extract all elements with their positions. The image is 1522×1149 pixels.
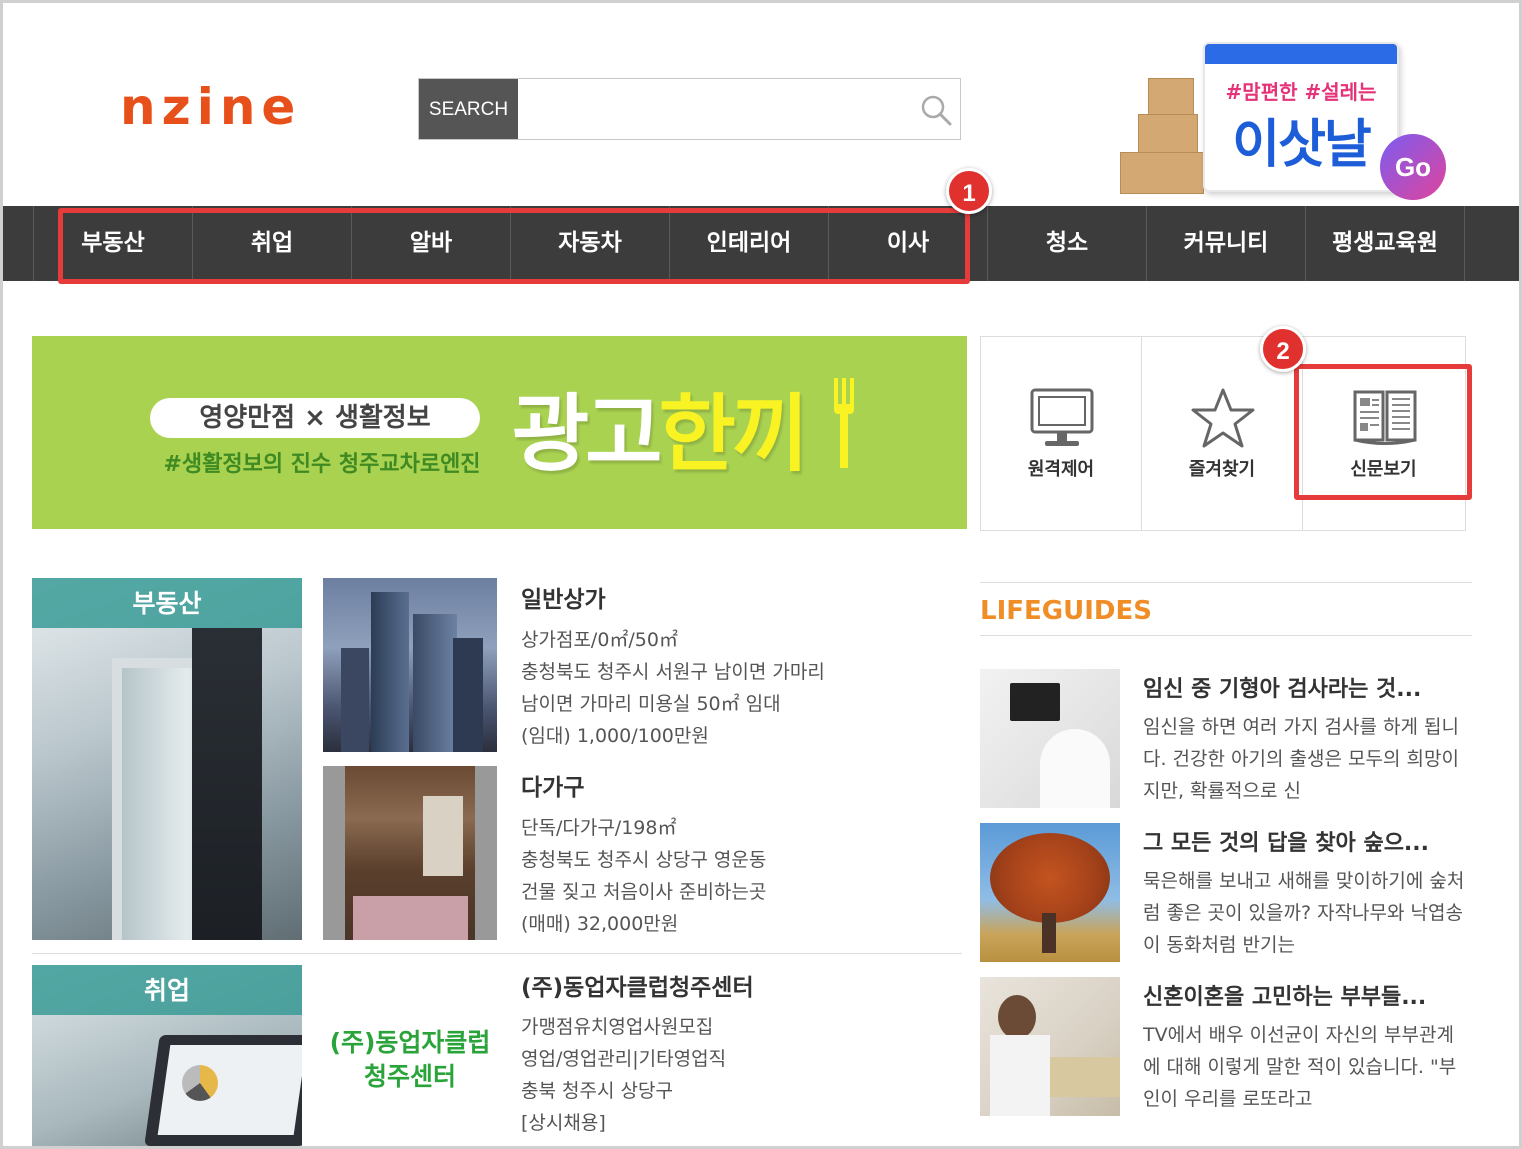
listing-detail: 가맹점유치영업사원모집 — [521, 1016, 714, 1038]
banner-title-main: 광고 — [512, 385, 663, 483]
listing-detail: 남이면 가마리 미용실 50㎡ 임대 — [521, 693, 781, 715]
listing-thumb-building[interactable] — [323, 578, 497, 752]
listing-title[interactable]: (주)동업자클럽청주센터 — [521, 968, 754, 1002]
nav-item-community[interactable]: 커뮤니티 — [1147, 206, 1306, 281]
quick-label: 즐겨찾기 — [1188, 459, 1256, 480]
banner-subtitle: #생활정보의 진수 청주교차로엔진 — [163, 452, 481, 477]
search-input[interactable] — [519, 80, 909, 138]
lifeguide-title[interactable]: 임신 중 기형아 검사라는 것... — [1143, 671, 1471, 703]
lifeguide-excerpt: 묵은해를 보내고 새해를 맞이하기에 숲처럼 좋은 곳이 있을까? 자작나무와 … — [1143, 870, 1465, 956]
listing-detail: 충청북도 청주시 상당구 영운동 — [521, 849, 767, 871]
listing-detail: (매매) 32,000만원 — [521, 913, 679, 935]
quick-remote-control[interactable]: 원격제어 — [981, 337, 1142, 530]
listing-detail: (임대) 1,000/100만원 — [521, 725, 709, 747]
step-badge-2: 2 — [1260, 326, 1306, 372]
listing-detail: 충청북도 청주시 서원구 남이면 가마리 — [521, 661, 825, 683]
fork-icon — [834, 378, 854, 468]
lifeguide-title[interactable]: 신혼이혼을 고민하는 부부들... — [1143, 979, 1471, 1011]
section-divider — [32, 953, 962, 954]
go-button[interactable]: Go — [1380, 134, 1446, 200]
monitor-icon — [1030, 388, 1094, 446]
lifeguide-excerpt: 임신을 하면 여러 가지 검사를 하게 됩니다. 건강한 아기의 출생은 모두의… — [1143, 716, 1459, 802]
company-logo-line-1: (주)동업자클럽 — [329, 1028, 491, 1057]
listing-thumb-house[interactable] — [323, 766, 497, 940]
promo-title: 이삿날 — [1232, 115, 1372, 175]
site-logo[interactable]: nzine — [120, 82, 301, 132]
search-label: SEARCH — [419, 79, 518, 139]
lifeguide-title[interactable]: 그 모든 것의 답을 찾아 숲으... — [1143, 825, 1471, 857]
quick-label: 원격제어 — [1027, 459, 1095, 480]
banner-pill: 영양만점 × 생활정보 — [150, 398, 480, 438]
listing-title[interactable]: 다가구 — [521, 768, 584, 802]
ad-banner[interactable]: 영양만점 × 생활정보 #생활정보의 진수 청주교차로엔진 광고한끼 — [32, 336, 967, 529]
listing-detail: 건물 짖고 처음이사 준비하는곳 — [521, 881, 767, 903]
category-photo-jobs[interactable]: 취업 — [32, 965, 302, 1146]
highlight-box-newspaper — [1294, 364, 1472, 500]
lifeguides-heading-line — [980, 635, 1472, 636]
search-icon[interactable] — [918, 92, 954, 128]
lifeguide-thumb-pregnancy[interactable] — [980, 669, 1120, 808]
listing-detail: 상가점포/0㎡/50㎡ — [521, 629, 678, 651]
nav-item-cleaning[interactable]: 청소 — [988, 206, 1147, 281]
banner-title-accent: 한끼 — [658, 385, 810, 483]
nav-item-education[interactable]: 평생교육원 — [1306, 206, 1465, 281]
category-label: 취업 — [32, 965, 302, 1015]
banner-title: 광고한끼 — [512, 384, 810, 484]
boxes-illustration — [1118, 78, 1208, 194]
listing-detail: 영업/영업관리|기타영업직 — [521, 1048, 727, 1070]
moving-day-promo[interactable]: #맘편한 #설레는 이삿날 Go — [1118, 38, 1458, 200]
star-icon — [1191, 388, 1255, 448]
lifeguide-excerpt: TV에서 배우 이선균이 자신의 부부관계에 대해 이렇게 말한 적이 있습니다… — [1143, 1024, 1457, 1110]
lifeguides-heading: LIFEGUIDES — [980, 596, 1152, 626]
lifeguide-thumb-tree[interactable] — [980, 823, 1120, 962]
search-bar: SEARCH — [418, 78, 961, 140]
listing-detail: [상시채용] — [521, 1112, 606, 1134]
listing-title[interactable]: 일반상가 — [521, 580, 606, 614]
listing-detail: 단독/다가구/198㎡ — [521, 817, 677, 839]
company-logo-line-2: 청주센터 — [363, 1062, 456, 1091]
promo-tag: #맘편한 #설레는 — [1225, 80, 1377, 104]
lifeguides-top-line — [980, 582, 1472, 583]
category-photo-real-estate[interactable]: 부동산 — [32, 578, 302, 940]
highlight-box-nav — [58, 208, 970, 284]
step-badge-1: 1 — [946, 168, 992, 214]
category-label: 부동산 — [32, 578, 302, 628]
lifeguide-thumb-couple[interactable] — [980, 977, 1120, 1116]
listing-detail: 충북 청주시 상당구 — [521, 1080, 673, 1102]
listing-thumb-company-logo[interactable]: (주)동업자클럽 청주센터 — [323, 965, 497, 1146]
calendar-card: #맘편한 #설레는 이삿날 — [1203, 42, 1399, 192]
